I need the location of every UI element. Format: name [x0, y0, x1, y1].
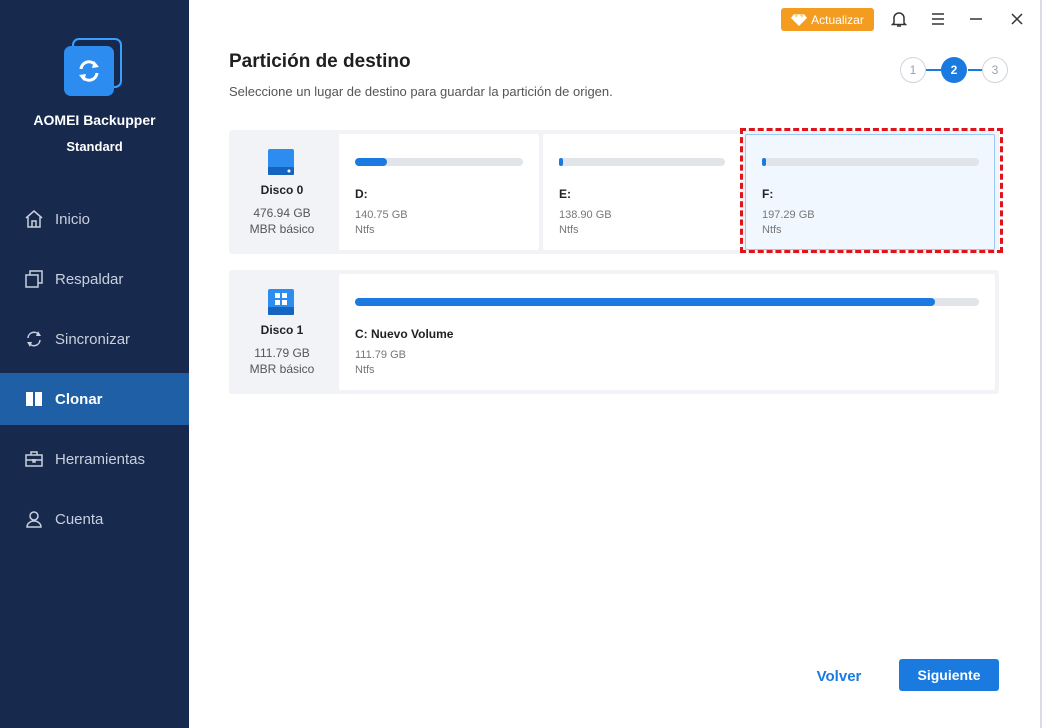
partition-card-c[interactable]: C: Nuevo Volume 111.79 GB Ntfs — [339, 274, 995, 390]
home-icon — [23, 208, 45, 230]
next-button[interactable]: Siguiente — [899, 659, 999, 691]
toolbox-icon — [23, 448, 45, 470]
sidebar-item-label: Clonar — [55, 390, 103, 408]
sidebar: AOMEI Backupper Standard Inicio Respalda… — [0, 0, 189, 728]
disk-size: 476.94 GB — [253, 206, 311, 220]
upgrade-button[interactable]: Actualizar — [781, 8, 874, 31]
step-connector — [926, 69, 942, 71]
hard-drive-icon — [268, 149, 294, 175]
partition-filesystem: Ntfs — [559, 224, 579, 236]
partition-label: E: — [559, 187, 571, 201]
disk-type: MBR básico — [249, 222, 315, 236]
sidebar-item-label: Inicio — [55, 210, 91, 228]
step-3: 3 — [982, 57, 1008, 83]
step-2: 2 — [941, 57, 967, 83]
sidebar-item-label: Respaldar — [55, 270, 124, 288]
usage-bar-fill — [355, 298, 935, 306]
partition-size: 138.90 GB — [559, 209, 612, 221]
system-drive-icon — [268, 289, 294, 315]
close-icon[interactable] — [1006, 8, 1028, 30]
partition-size: 197.29 GB — [762, 209, 815, 221]
partition-card-d[interactable]: D: 140.75 GB Ntfs — [339, 134, 539, 250]
app-name: AOMEI Backupper — [33, 112, 156, 128]
disk-row-0: Disco 0 476.94 GB MBR básico D: 140.75 G… — [229, 130, 999, 254]
sidebar-item-cuenta[interactable]: Cuenta — [0, 493, 189, 545]
usage-bar — [559, 158, 725, 166]
sidebar-item-label: Herramientas — [55, 450, 146, 468]
sync-icon — [23, 328, 45, 350]
sidebar-item-sincronizar[interactable]: Sincronizar — [0, 313, 189, 365]
disk-size: 111.79 GB — [254, 346, 310, 360]
sidebar-item-respaldar[interactable]: Respaldar — [0, 253, 189, 305]
sync-arrows-icon — [79, 60, 99, 82]
usage-bar — [762, 158, 979, 166]
diamond-icon — [791, 13, 808, 26]
sidebar-item-clonar[interactable]: Clonar — [0, 373, 189, 425]
usage-bar-fill — [762, 158, 766, 166]
page-subtitle: Seleccione un lugar de destino para guar… — [229, 84, 613, 99]
partition-label: C: Nuevo Volume — [355, 327, 454, 341]
menu-icon[interactable] — [927, 8, 949, 30]
sidebar-item-herramientas[interactable]: Herramientas — [0, 433, 189, 485]
partition-filesystem: Ntfs — [355, 364, 375, 376]
sidebar-item-inicio[interactable]: Inicio — [0, 193, 189, 245]
partition-filesystem: Ntfs — [355, 224, 375, 236]
backup-icon — [23, 268, 45, 290]
page-title: Partición de destino — [229, 51, 411, 72]
user-icon — [23, 508, 45, 530]
partition-label: F: — [762, 187, 774, 201]
app-edition: Standard — [66, 139, 123, 154]
partition-card-e[interactable]: E: 138.90 GB Ntfs — [543, 134, 741, 250]
clone-icon — [23, 388, 45, 410]
disk-name: Disco 0 — [260, 183, 304, 197]
disk-info: Disco 1 111.79 GB MBR básico — [229, 270, 335, 394]
partition-size: 111.79 GB — [355, 349, 406, 361]
upgrade-label: Actualizar — [811, 12, 864, 27]
usage-bar-fill — [559, 158, 563, 166]
disk-type: MBR básico — [249, 362, 315, 376]
partition-filesystem: Ntfs — [762, 224, 782, 236]
sidebar-item-label: Cuenta — [55, 510, 104, 528]
partition-card-f[interactable]: F: 197.29 GB Ntfs — [745, 134, 995, 250]
partition-size: 140.75 GB — [355, 209, 408, 221]
back-button[interactable]: Volver — [800, 660, 878, 692]
usage-bar — [355, 298, 979, 306]
disk-info: Disco 0 476.94 GB MBR básico — [229, 130, 335, 254]
disk-row-1: Disco 1 111.79 GB MBR básico C: Nuevo Vo… — [229, 270, 999, 394]
sidebar-item-label: Sincronizar — [55, 330, 131, 348]
app-logo — [64, 38, 124, 98]
partition-label: D: — [355, 187, 368, 201]
usage-bar — [355, 158, 523, 166]
usage-bar-fill — [355, 158, 387, 166]
minimize-icon[interactable] — [965, 8, 987, 30]
disk-name: Disco 1 — [260, 323, 304, 337]
bell-icon[interactable] — [888, 8, 910, 30]
step-1: 1 — [900, 57, 926, 83]
